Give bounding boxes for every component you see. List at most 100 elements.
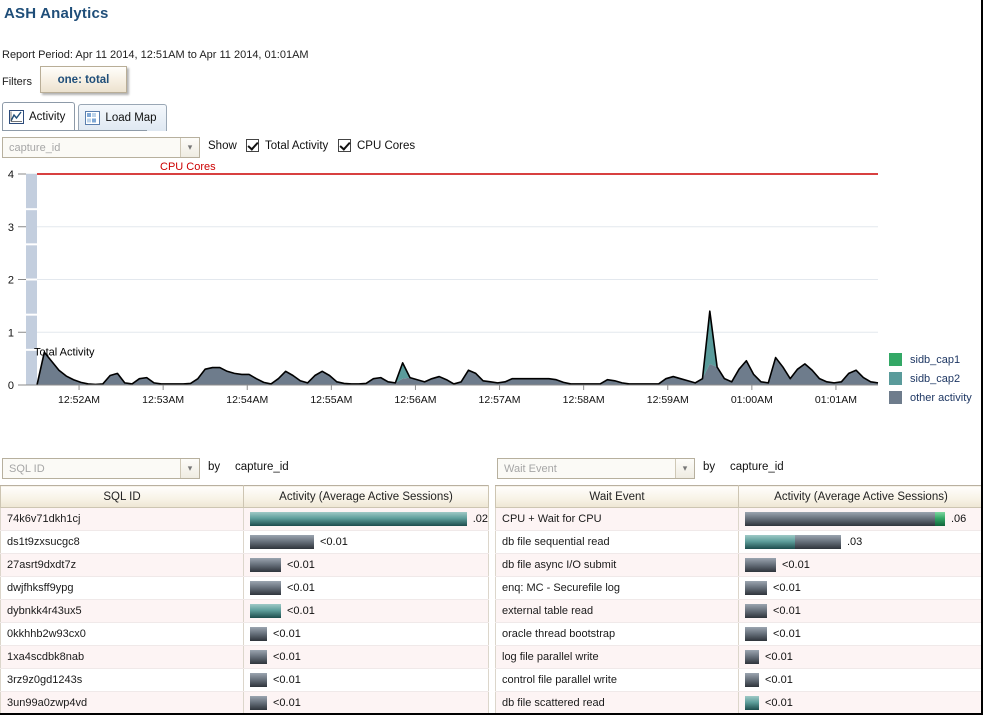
- ash-analytics-page: ASH Analytics Report Period: Apr 11 2014…: [0, 0, 983, 715]
- table-row[interactable]: 27asrt9dxdt7z <0.01: [0, 553, 489, 577]
- checkbox-cpu-cores[interactable]: CPU Cores: [338, 139, 415, 152]
- filters-row: Filters one: total: [0, 66, 400, 100]
- table-row[interactable]: db file sequential read .03: [495, 530, 981, 554]
- activity-value: <0.01: [273, 674, 301, 686]
- row-label[interactable]: db file scattered read: [495, 691, 739, 713]
- activity-bar: [250, 581, 281, 595]
- row-label[interactable]: CPU + Wait for CPU: [495, 507, 739, 531]
- row-activity-cell: <0.01: [738, 553, 981, 577]
- row-activity-cell: <0.01: [243, 622, 489, 646]
- row-label[interactable]: dwjfhksff9ypg: [0, 576, 244, 600]
- row-label[interactable]: enq: MC - Securefile log: [495, 576, 739, 600]
- row-label[interactable]: control file parallel write: [495, 668, 739, 692]
- tab-underline: [2, 130, 147, 131]
- activity-bar: [745, 673, 759, 687]
- row-label[interactable]: 1xa4scdbk8nab: [0, 645, 244, 669]
- sql-id-panel: SQL ID ▾ by capture_id SQL ID Activity (…: [0, 458, 492, 713]
- svg-text:01:01AM: 01:01AM: [815, 394, 857, 406]
- table-row[interactable]: oracle thread bootstrap <0.01: [495, 622, 981, 646]
- chevron-down-icon[interactable]: ▾: [180, 459, 199, 478]
- activity-value: <0.01: [773, 605, 801, 617]
- row-label[interactable]: 74k6v71dkh1cj: [0, 507, 244, 531]
- activity-value: <0.01: [773, 582, 801, 594]
- sql-id-select-value: SQL ID: [9, 462, 45, 475]
- sql-id-select[interactable]: SQL ID ▾: [2, 458, 200, 479]
- svg-text:1: 1: [8, 327, 14, 339]
- activity-value: <0.01: [320, 536, 348, 548]
- row-activity-cell: .03: [738, 530, 981, 554]
- wait-event-select[interactable]: Wait Event ▾: [497, 458, 695, 479]
- row-label[interactable]: 3un99a0zwp4vd: [0, 691, 244, 713]
- row-activity-cell: <0.01: [738, 691, 981, 713]
- legend-item-other-activity[interactable]: other activity: [889, 388, 981, 407]
- row-activity-cell: <0.01: [243, 553, 489, 577]
- table-row[interactable]: external table read <0.01: [495, 599, 981, 623]
- svg-text:12:53AM: 12:53AM: [142, 394, 184, 406]
- svg-text:12:58AM: 12:58AM: [563, 394, 605, 406]
- svg-text:01:00AM: 01:00AM: [731, 394, 773, 406]
- row-activity-cell: <0.01: [738, 576, 981, 600]
- svg-text:12:52AM: 12:52AM: [58, 394, 100, 406]
- checkbox-cpu-cores-box[interactable]: [338, 139, 351, 152]
- activity-bar-segment: [935, 512, 945, 526]
- activity-bar: [250, 673, 267, 687]
- chevron-down-icon[interactable]: ▾: [675, 459, 694, 478]
- column-header-wait-event[interactable]: Wait Event: [495, 485, 739, 508]
- checkbox-total-activity-label: Total Activity: [265, 139, 329, 152]
- table-row[interactable]: db file scattered read <0.01: [495, 691, 981, 713]
- tab-bar: Activity Load Map: [2, 102, 167, 131]
- table-row[interactable]: CPU + Wait for CPU .06: [495, 507, 981, 531]
- activity-chart[interactable]: 0 1 2 3 4 CPU Cores Total Activity 12:52AM 12:53…: [0, 160, 981, 418]
- row-label[interactable]: dybnkk4r43ux5: [0, 599, 244, 623]
- tab-load-map[interactable]: Load Map: [78, 104, 167, 131]
- table-row[interactable]: log file parallel write <0.01: [495, 645, 981, 669]
- table-row[interactable]: dwjfhksff9ypg <0.01: [0, 576, 489, 600]
- table-row[interactable]: ds1t9zxsucgc8 <0.01: [0, 530, 489, 554]
- tab-activity[interactable]: Activity: [2, 102, 76, 131]
- activity-bar-segment: [250, 673, 267, 687]
- svg-text:12:54AM: 12:54AM: [226, 394, 268, 406]
- row-label[interactable]: ds1t9zxsucgc8: [0, 530, 244, 554]
- filter-chip-one-total[interactable]: one: total: [40, 66, 127, 93]
- table-row[interactable]: control file parallel write <0.01: [495, 668, 981, 692]
- row-activity-cell: <0.01: [243, 691, 489, 713]
- svg-text:4: 4: [8, 169, 14, 181]
- activity-bar: [250, 512, 467, 526]
- table-row[interactable]: 74k6v71dkh1cj .02: [0, 507, 489, 531]
- checkbox-total-activity[interactable]: Total Activity: [246, 139, 328, 152]
- row-label[interactable]: 0kkhhb2w93cx0: [0, 622, 244, 646]
- row-label[interactable]: oracle thread bootstrap: [495, 622, 739, 646]
- column-header-sql-activity[interactable]: Activity (Average Active Sessions): [243, 485, 489, 508]
- row-label[interactable]: db file async I/O submit: [495, 553, 739, 577]
- svg-text:12:56AM: 12:56AM: [394, 394, 436, 406]
- row-label[interactable]: external table read: [495, 599, 739, 623]
- row-label[interactable]: db file sequential read: [495, 530, 739, 554]
- activity-bar: [745, 535, 841, 549]
- activity-bar-segment: [745, 650, 759, 664]
- row-activity-cell: <0.01: [243, 668, 489, 692]
- chevron-down-icon[interactable]: ▾: [180, 138, 199, 157]
- table-row[interactable]: dybnkk4r43ux5 <0.01: [0, 599, 489, 623]
- activity-bar-segment: [745, 673, 759, 687]
- legend-item-sidb-cap2[interactable]: sidb_cap2: [889, 369, 981, 388]
- row-label[interactable]: 3rz9z0gd1243s: [0, 668, 244, 692]
- wait-event-table: Wait Event Activity (Average Active Sess…: [495, 485, 981, 713]
- table-row[interactable]: 3rz9z0gd1243s <0.01: [0, 668, 489, 692]
- dimension-select[interactable]: capture_id ▾: [2, 137, 200, 158]
- page-title: ASH Analytics: [4, 5, 109, 22]
- activity-bar-segment: [745, 604, 767, 618]
- column-header-wait-activity[interactable]: Activity (Average Active Sessions): [738, 485, 981, 508]
- table-row[interactable]: enq: MC - Securefile log <0.01: [495, 576, 981, 600]
- table-row[interactable]: 0kkhhb2w93cx0 <0.01: [0, 622, 489, 646]
- row-label[interactable]: 27asrt9dxdt7z: [0, 553, 244, 577]
- table-row[interactable]: 3un99a0zwp4vd <0.01: [0, 691, 489, 713]
- checkbox-total-activity-box[interactable]: [246, 139, 259, 152]
- svg-text:Total Activity: Total Activity: [34, 346, 95, 358]
- table-row[interactable]: 1xa4scdbk8nab <0.01: [0, 645, 489, 669]
- legend-item-sidb-cap1[interactable]: sidb_cap1: [889, 350, 981, 369]
- activity-bar-segment: [250, 696, 267, 710]
- sql-by-label: by: [208, 461, 221, 473]
- row-label[interactable]: log file parallel write: [495, 645, 739, 669]
- table-row[interactable]: db file async I/O submit <0.01: [495, 553, 981, 577]
- column-header-sql-id[interactable]: SQL ID: [0, 485, 244, 508]
